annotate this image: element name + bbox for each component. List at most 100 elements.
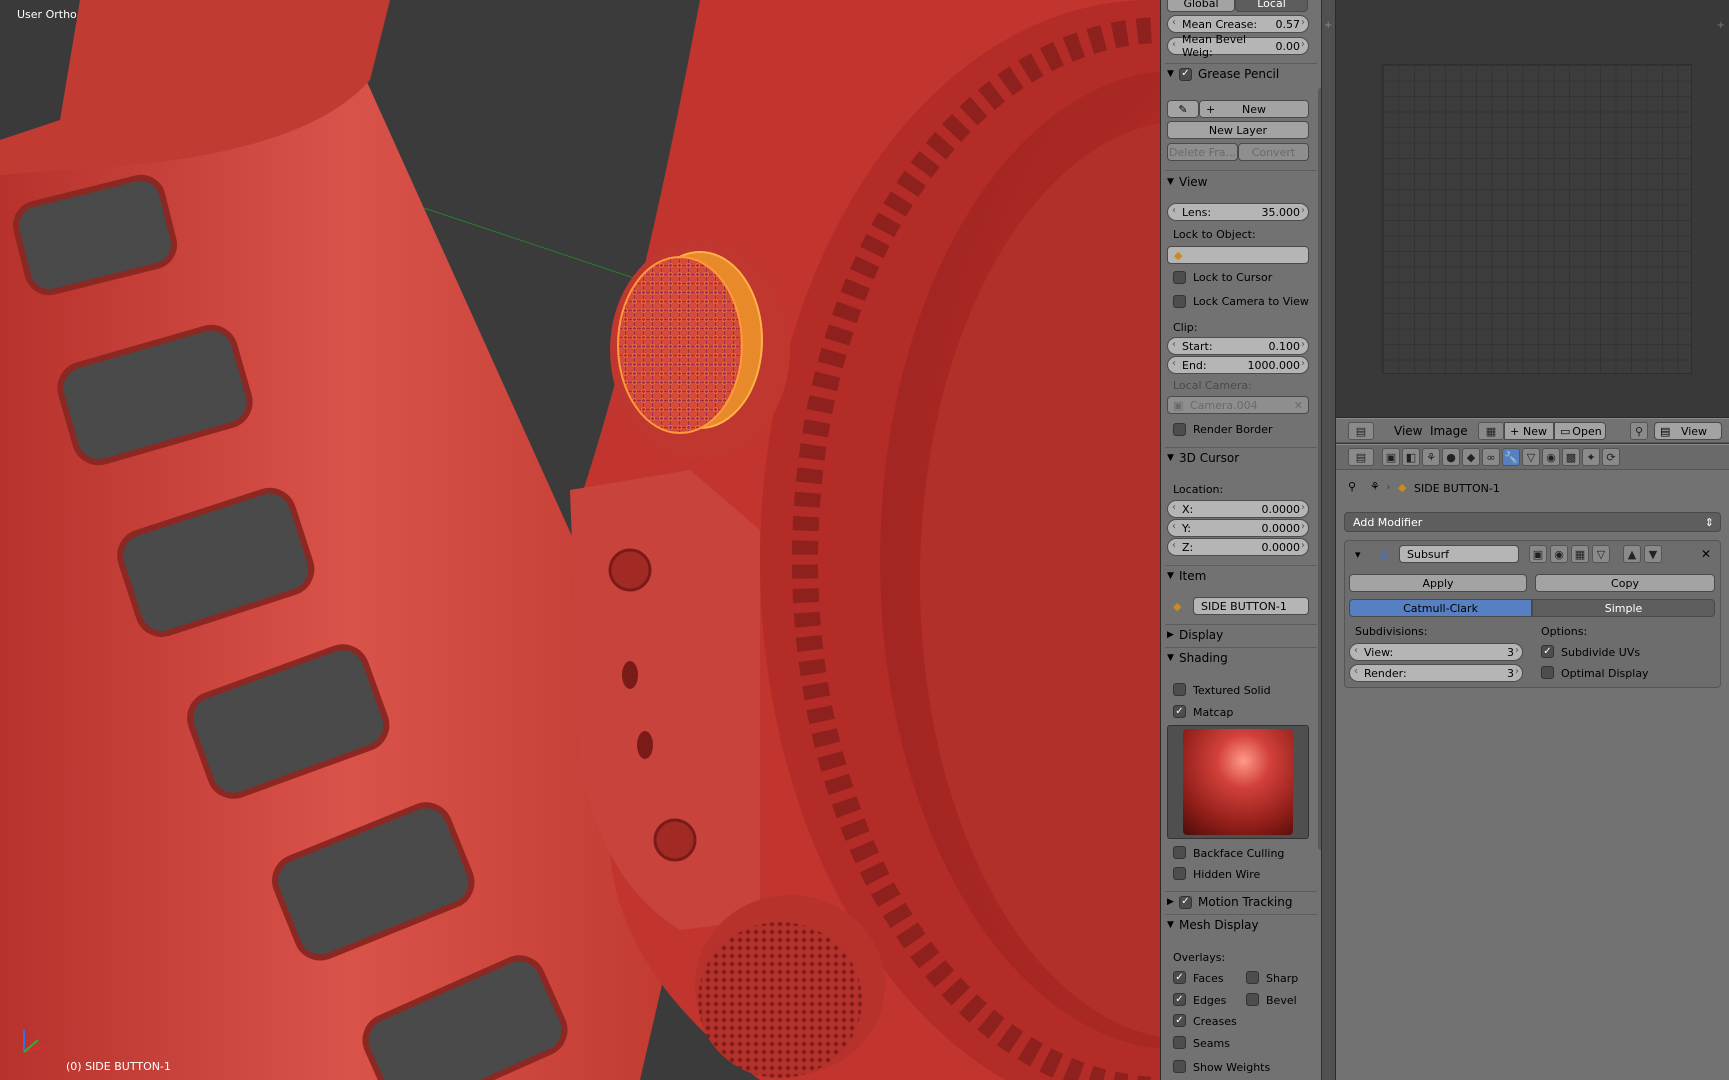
- subdivide-uvs-checkbox[interactable]: ✓: [1541, 645, 1554, 658]
- pin-icon[interactable]: ⚲: [1630, 422, 1648, 440]
- subdiv-view-field[interactable]: View: 3: [1349, 643, 1523, 661]
- image-editor[interactable]: +: [1336, 0, 1729, 418]
- properties-editor-type-icon[interactable]: ▤: [1348, 448, 1374, 466]
- grease-new-button[interactable]: + New: [1199, 100, 1309, 118]
- copy-button[interactable]: Copy: [1535, 574, 1715, 592]
- editmode-toggle-icon[interactable]: ▦: [1571, 545, 1589, 563]
- delete-frame-button[interactable]: Delete Fra...: [1167, 143, 1238, 161]
- render-tab-icon[interactable]: ▣: [1382, 448, 1400, 466]
- mean-bevel-field[interactable]: Mean Bevel Weig: 0.00: [1167, 33, 1309, 59]
- properties-shelf[interactable]: Global Local Mean Crease: 0.57 Mean Bevel…: [1160, 0, 1321, 1080]
- cursor-y-field[interactable]: Y: 0.0000: [1167, 519, 1309, 537]
- image-menu[interactable]: Image: [1430, 424, 1468, 438]
- tab-simple[interactable]: Simple: [1532, 599, 1715, 617]
- modifier-name-field[interactable]: Subsurf: [1399, 545, 1519, 563]
- object-cube-icon: ◆: [1173, 600, 1182, 613]
- world-tab-icon[interactable]: ●: [1442, 448, 1460, 466]
- textured-solid-checkbox[interactable]: [1173, 683, 1186, 696]
- hidden-wire-checkbox[interactable]: [1173, 867, 1186, 880]
- clear-icon[interactable]: ✕: [1294, 399, 1303, 412]
- object-tab-icon[interactable]: ◆: [1462, 448, 1480, 466]
- grease-new-label: New: [1242, 102, 1266, 116]
- faces-checkbox[interactable]: ✓: [1173, 971, 1186, 984]
- local-camera-label: Local Camera:: [1173, 379, 1252, 392]
- area-plus-icon[interactable]: +: [1324, 20, 1332, 31]
- constraints-tab-icon[interactable]: ∞: [1482, 448, 1500, 466]
- edges-checkbox[interactable]: ✓: [1173, 993, 1186, 1006]
- lock-to-cursor-checkbox[interactable]: [1173, 271, 1186, 284]
- optimal-display-checkbox[interactable]: [1541, 666, 1554, 679]
- view-mode-label: User Ortho: [17, 8, 77, 21]
- material-tab-icon[interactable]: ◉: [1542, 448, 1560, 466]
- seams-checkbox[interactable]: [1173, 1036, 1186, 1049]
- view-dropdown[interactable]: ▤ View: [1654, 422, 1722, 440]
- image-open-button[interactable]: ▭ Open: [1554, 422, 1606, 440]
- sharp-checkbox[interactable]: [1246, 971, 1259, 984]
- cursor-panel-header[interactable]: ▼ 3D Cursor: [1167, 448, 1317, 468]
- texture-tab-icon[interactable]: ▩: [1562, 448, 1580, 466]
- matcap-preview[interactable]: [1167, 725, 1309, 839]
- item-panel-header[interactable]: ▼ Item: [1167, 566, 1317, 586]
- display-panel-header[interactable]: ▶ Display: [1167, 625, 1317, 645]
- clip-end-field[interactable]: End: 1000.000: [1167, 356, 1309, 374]
- mean-crease-field[interactable]: Mean Crease: 0.57: [1167, 15, 1309, 33]
- data-tab-icon[interactable]: ▽: [1522, 448, 1540, 466]
- layers-tab-icon[interactable]: ◧: [1402, 448, 1420, 466]
- shading-panel-header[interactable]: ▼ Shading: [1167, 648, 1317, 668]
- pin-icon[interactable]: ⚲: [1348, 480, 1356, 493]
- object-name-field[interactable]: SIDE BUTTON-1: [1193, 597, 1309, 615]
- bevel-checkbox[interactable]: [1246, 993, 1259, 1006]
- image-new-button[interactable]: + New: [1504, 422, 1554, 440]
- motion-tracking-checkbox[interactable]: ✓: [1179, 895, 1192, 909]
- collapse-arrow-icon[interactable]: ▾: [1355, 548, 1361, 561]
- render-toggle-icon[interactable]: ▣: [1529, 545, 1547, 563]
- mesh-display-panel-header[interactable]: ▼ Mesh Display: [1167, 915, 1317, 935]
- pencil-icon[interactable]: ✎: [1167, 100, 1199, 118]
- apply-button[interactable]: Apply: [1349, 574, 1527, 592]
- lens-field[interactable]: Lens: 35.000: [1167, 203, 1309, 221]
- add-modifier-dropdown[interactable]: Add Modifier ⇕: [1344, 512, 1721, 532]
- motion-tracking-panel-header[interactable]: ▶ ✓ Motion Tracking: [1167, 892, 1317, 912]
- cage-toggle-icon[interactable]: ▽: [1592, 545, 1610, 563]
- move-up-icon[interactable]: ▲: [1623, 545, 1641, 563]
- backface-culling-checkbox[interactable]: [1173, 846, 1186, 859]
- object-icon: ◆: [1398, 481, 1407, 494]
- render-border-checkbox[interactable]: [1173, 423, 1186, 436]
- grease-pencil-panel-header[interactable]: ▼ ✓ Grease Pencil: [1167, 64, 1317, 84]
- lock-camera-checkbox[interactable]: [1173, 295, 1186, 308]
- subdiv-render-field[interactable]: Render: 3: [1349, 664, 1523, 682]
- scene-tab-icon[interactable]: ⚘: [1422, 448, 1440, 466]
- creases-checkbox[interactable]: ✓: [1173, 1014, 1186, 1027]
- cursor-x-field[interactable]: X: 0.0000: [1167, 500, 1309, 518]
- orient-local-button[interactable]: Local: [1235, 0, 1308, 12]
- area-divider[interactable]: +: [1321, 0, 1336, 1080]
- move-down-icon[interactable]: ▼: [1644, 545, 1662, 563]
- physics-tab-icon[interactable]: ⟳: [1602, 448, 1620, 466]
- view-menu[interactable]: View: [1394, 424, 1422, 438]
- cursor-z-field[interactable]: Z: 0.0000: [1167, 538, 1309, 556]
- particles-tab-icon[interactable]: ✦: [1582, 448, 1600, 466]
- properties-editor[interactable]: ▤ ▣ ◧ ⚘ ● ◆ ∞ 🔧 ▽ ◉ ▩ ✦ ⟳ ⚲ ⚘ › ◆ SIDE B…: [1336, 444, 1729, 1080]
- matcap-checkbox[interactable]: ✓: [1173, 705, 1186, 718]
- grease-pencil-checkbox[interactable]: ✓: [1179, 67, 1192, 81]
- convert-button[interactable]: Convert: [1238, 143, 1309, 161]
- 3d-viewport[interactable]: User Ortho (0) SIDE BUTTON-1: [0, 0, 1160, 1080]
- new-layer-button[interactable]: New Layer: [1167, 121, 1309, 139]
- show-weights-checkbox[interactable]: [1173, 1060, 1186, 1073]
- image-browse-icon[interactable]: ▦: [1478, 422, 1504, 440]
- lock-object-field[interactable]: ◆: [1167, 246, 1309, 264]
- close-icon[interactable]: ✕: [1701, 547, 1711, 561]
- area-plus-icon[interactable]: +: [1717, 20, 1725, 31]
- viewport-toggle-icon[interactable]: ◉: [1550, 545, 1568, 563]
- orient-global-button[interactable]: Global: [1167, 0, 1235, 12]
- clip-start-field[interactable]: Start: 0.100: [1167, 337, 1309, 355]
- tab-catmull-clark[interactable]: Catmull-Clark: [1349, 599, 1532, 617]
- subdivisions-label: Subdivisions:: [1355, 625, 1428, 638]
- modifiers-tab-icon[interactable]: 🔧: [1502, 448, 1520, 466]
- local-camera-field[interactable]: ▣ Camera.004 ✕: [1167, 396, 1309, 414]
- backface-culling-label: Backface Culling: [1193, 847, 1285, 860]
- editor-type-icon[interactable]: ▤: [1348, 422, 1374, 440]
- view-panel-header[interactable]: ▼ View: [1167, 172, 1317, 192]
- image-grid[interactable]: [1382, 64, 1692, 374]
- image-editor-header: ▤ View Image ▦ + New ▭ Open ⚲ ▤ View: [1336, 418, 1729, 443]
